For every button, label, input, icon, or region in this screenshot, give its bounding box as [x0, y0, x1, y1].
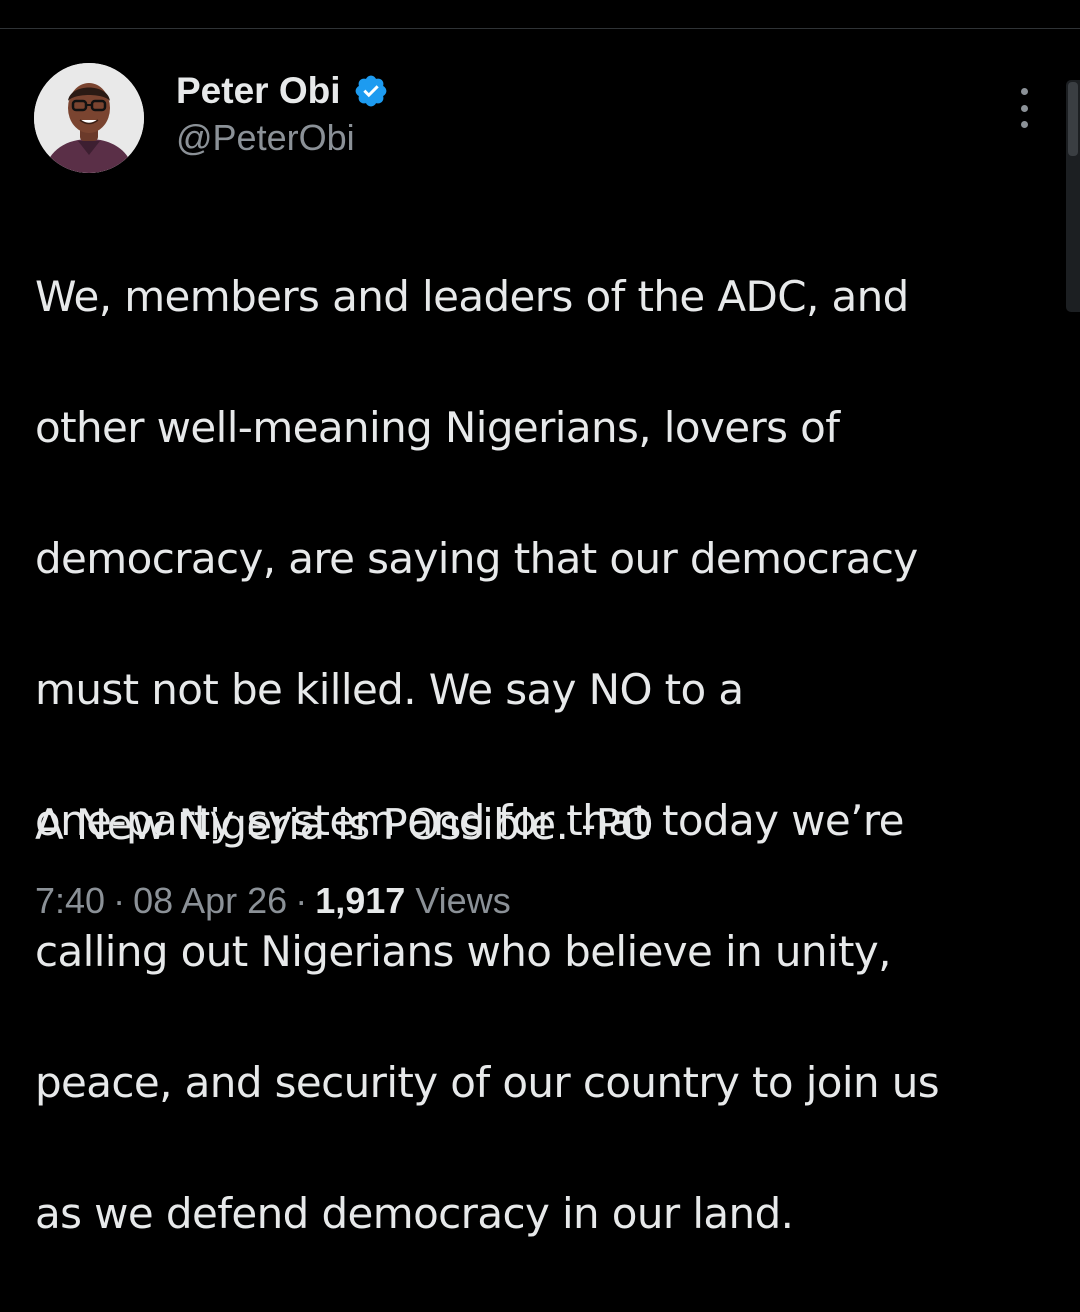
tweet-text-line: calling out Nigerians who believe in uni…: [35, 926, 891, 976]
author-handle[interactable]: @PeterObi: [176, 116, 876, 160]
meta-separator: ·: [295, 880, 308, 921]
more-vertical-icon-dot: [1020, 88, 1028, 95]
tweet-text-line: as we defend democracy in our land.: [35, 1188, 794, 1238]
more-options-button[interactable]: [1006, 86, 1042, 130]
tweet-tagline: A New Nigeria is POssible. -PO: [35, 800, 653, 849]
avatar[interactable]: [34, 63, 144, 173]
tweet-text-line: other well-meaning Nigerians, lovers of: [35, 402, 840, 452]
tweet-time[interactable]: 7:40: [35, 880, 105, 921]
meta-separator: ·: [113, 880, 126, 921]
tweet-date[interactable]: 08 Apr 26: [133, 880, 287, 921]
tweet-text-line: must not be killed. We say NO to a: [35, 664, 744, 714]
tweet-text: We, members and leaders of the ADC, and …: [35, 198, 1055, 1312]
author-name[interactable]: Peter Obi: [176, 66, 341, 116]
tweet-meta: 7:40 · 08 Apr 26 · 1,917 Views: [35, 877, 511, 925]
more-vertical-icon-dot: [1020, 104, 1028, 112]
tweet-text-line: peace, and security of our country to jo…: [35, 1057, 940, 1107]
tweet-text-line: democracy, are saying that our democracy: [35, 533, 918, 583]
views-label: Views: [415, 880, 511, 921]
author-name-row: Peter Obi: [176, 66, 876, 116]
tweet: Peter Obi @PeterObi We, members and lead…: [0, 0, 1080, 1238]
views-count[interactable]: 1,917: [315, 880, 405, 921]
tweet-text-line: We, members and leaders of the ADC, and: [35, 271, 909, 321]
verified-badge-icon[interactable]: [353, 73, 389, 109]
tweet-author: Peter Obi @PeterObi: [176, 66, 876, 160]
more-vertical-icon-dot: [1020, 121, 1028, 128]
